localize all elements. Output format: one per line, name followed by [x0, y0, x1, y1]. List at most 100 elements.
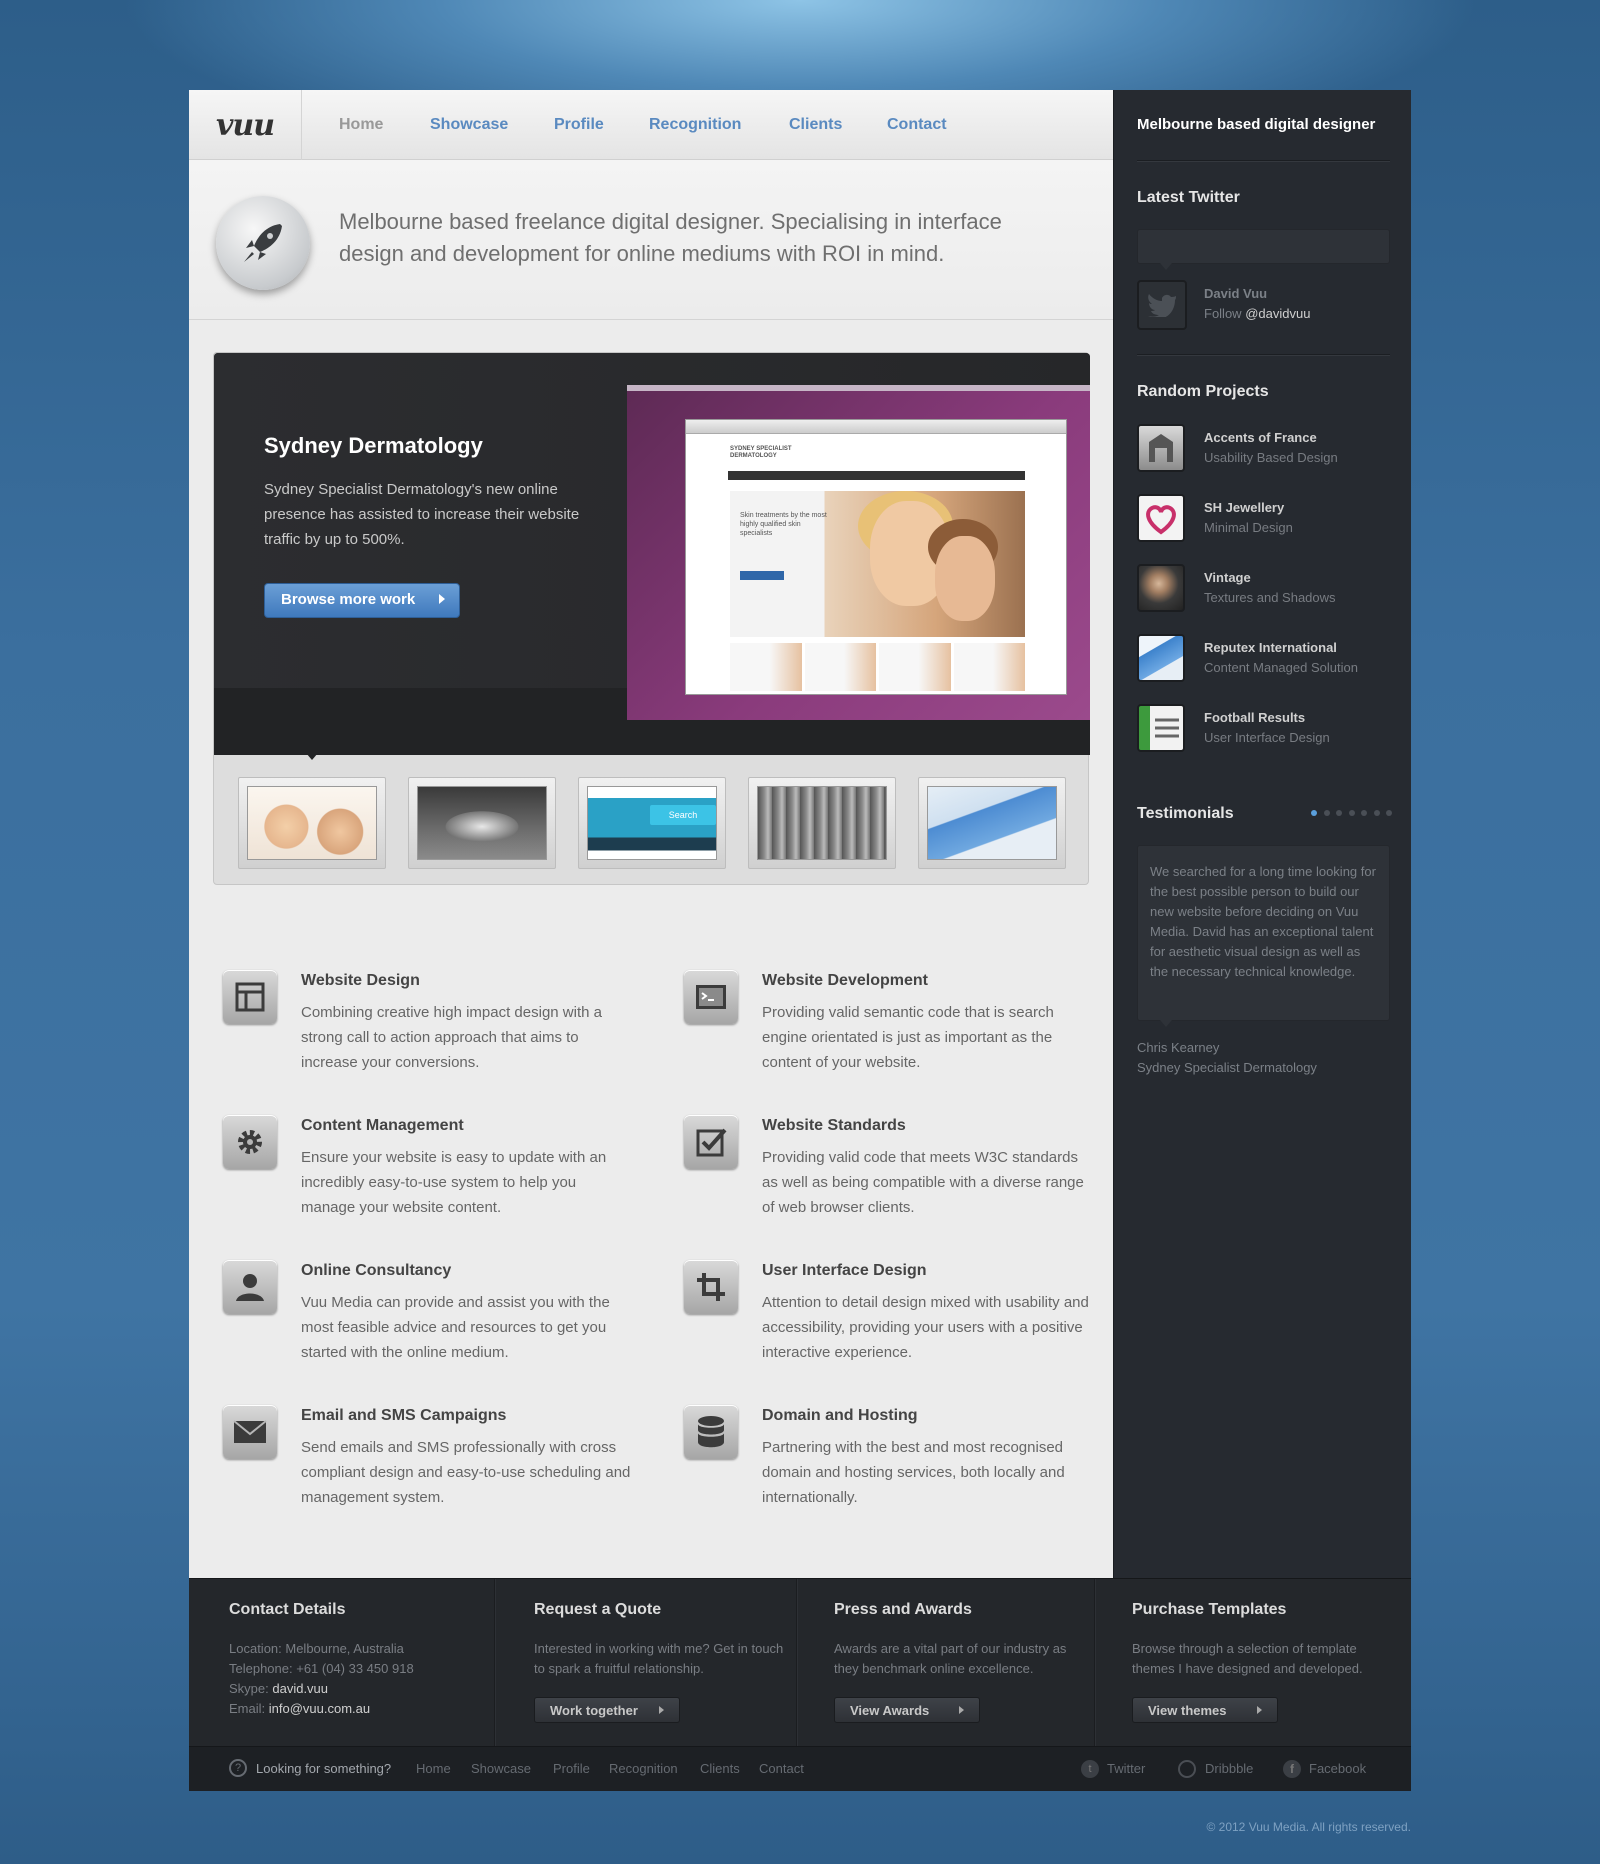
service-title: User Interface Design: [762, 1262, 927, 1279]
nav-home[interactable]: Home: [339, 116, 383, 134]
service-text: Partnering with the best and most recogn…: [762, 1439, 1065, 1506]
testimonial-dot[interactable]: [1386, 810, 1392, 816]
twitter-handle-link[interactable]: @davidvuu: [1245, 306, 1310, 321]
service-title: Website Design: [301, 972, 420, 989]
project-item[interactable]: SH Jewellery Minimal Design: [1137, 494, 1397, 544]
twitter-heading: Latest Twitter: [1137, 189, 1240, 206]
subfooter-link-showcase[interactable]: Showcase: [471, 1761, 531, 1776]
checkbox-icon: [684, 1115, 738, 1169]
dribbble-icon: [1178, 1760, 1196, 1778]
social-facebook[interactable]: Facebook: [1309, 1761, 1366, 1776]
view-awards-button[interactable]: View Awards: [834, 1697, 980, 1723]
preview-brand: SYDNEY SPECIALIST DERMATOLOGY: [730, 446, 792, 459]
project-name: Accents of France: [1204, 430, 1317, 445]
contact-email-link[interactable]: info@vuu.com.au: [269, 1701, 370, 1716]
nav-recognition[interactable]: Recognition: [649, 116, 741, 134]
testimonial-dot[interactable]: [1348, 810, 1355, 816]
nav-clients[interactable]: Clients: [789, 116, 842, 134]
footer-contact-heading: Contact Details: [229, 1601, 346, 1618]
arrow-right-icon: [959, 1706, 964, 1714]
project-item[interactable]: Football Results User Interface Design: [1137, 704, 1397, 754]
thumbnail-3[interactable]: Search: [578, 777, 726, 869]
service-text: Providing valid code that meets W3C stan…: [762, 1149, 1084, 1216]
subfooter-link-clients[interactable]: Clients: [700, 1761, 740, 1776]
sidebar-tagline: Melbourne based digital designer: [1137, 116, 1376, 133]
intro-text: Melbourne based freelance digital design…: [339, 209, 1002, 266]
crop-icon: [684, 1260, 738, 1314]
tweet-bubble: [1137, 229, 1390, 270]
arrow-right-icon: [1257, 1706, 1262, 1714]
project-item[interactable]: Accents of France Usability Based Design: [1137, 424, 1397, 474]
project-type: Textures and Shadows: [1204, 590, 1336, 605]
arrow-right-icon: [659, 1706, 664, 1714]
project-name: Football Results: [1204, 710, 1306, 725]
person-icon: [223, 1260, 277, 1314]
browse-button-label: Browse more work: [281, 591, 416, 608]
testimonial-dot[interactable]: [1336, 810, 1342, 816]
testimonial-dot[interactable]: [1373, 810, 1380, 816]
footer-press-heading: Press and Awards: [834, 1601, 972, 1618]
website-preview: SYDNEY SPECIALIST DERMATOLOGY Skin treat…: [685, 419, 1067, 695]
social-twitter[interactable]: Twitter: [1107, 1761, 1145, 1776]
thumbnail-1[interactable]: [238, 777, 386, 869]
subfooter-link-contact[interactable]: Contact: [759, 1761, 804, 1776]
terminal-icon: [684, 970, 738, 1024]
project-name: SH Jewellery: [1204, 500, 1285, 515]
twitter-icon: t: [1081, 1760, 1099, 1778]
logo[interactable]: vuu: [189, 90, 302, 160]
page-wrapper: vuu Home Showcase Profile Recognition Cl…: [189, 90, 1411, 1791]
service-text: Vuu Media can provide and assist you wit…: [301, 1294, 610, 1361]
social-dribbble[interactable]: Dribbble: [1205, 1761, 1253, 1776]
service-title: Online Consultancy: [301, 1262, 452, 1279]
testimonial-dot[interactable]: [1311, 810, 1317, 816]
featured-screenshot[interactable]: SYDNEY SPECIALIST DERMATOLOGY Skin treat…: [627, 385, 1090, 720]
footer-press-text: Awards are a vital part of our industry …: [834, 1641, 1067, 1676]
search-prompt[interactable]: Looking for something?: [256, 1761, 391, 1776]
thumbnail-4[interactable]: [748, 777, 896, 869]
project-type: User Interface Design: [1204, 730, 1330, 745]
twitter-bird-icon[interactable]: [1137, 280, 1187, 330]
project-name: Reputex International: [1204, 640, 1337, 655]
project-thumbnail: [1137, 564, 1185, 612]
help-icon: ?: [229, 1759, 247, 1777]
subfooter-link-profile[interactable]: Profile: [553, 1761, 590, 1776]
project-type: Minimal Design: [1204, 520, 1293, 535]
preview-tagline: Skin treatments by the most highly quali…: [740, 512, 827, 537]
testimonial-dot[interactable]: [1361, 810, 1367, 816]
service-title: Email and SMS Campaigns: [301, 1407, 507, 1424]
testimonials-heading: Testimonials: [1137, 805, 1234, 822]
browse-more-work-button[interactable]: Browse more work: [264, 583, 460, 618]
thumbnail-strip: Search: [214, 753, 1090, 886]
database-icon: [684, 1405, 738, 1459]
contact-skype[interactable]: david.vuu: [272, 1681, 328, 1696]
featured-slide: Sydney Dermatology Sydney Specialist Der…: [214, 353, 1090, 755]
nav-profile[interactable]: Profile: [554, 116, 604, 134]
footer-contact: Contact Details Location: Melbourne, Aus…: [189, 1579, 494, 1747]
thumbnail-2[interactable]: [408, 777, 556, 869]
contact-email-label: Email:: [229, 1701, 269, 1716]
envelope-icon: [223, 1405, 277, 1459]
work-together-button[interactable]: Work together: [534, 1697, 680, 1723]
nav-showcase[interactable]: Showcase: [430, 116, 508, 134]
nav-contact[interactable]: Contact: [887, 116, 947, 134]
testimonial-dot[interactable]: [1323, 810, 1330, 816]
projects-heading: Random Projects: [1137, 383, 1269, 400]
service-title: Website Development: [762, 972, 928, 989]
thumbnail-5[interactable]: [918, 777, 1066, 869]
subfooter-link-home[interactable]: Home: [416, 1761, 451, 1776]
thumb-search-label: Search: [650, 805, 716, 825]
contact-telephone: Telephone: +61 (04) 33 450 918: [229, 1661, 414, 1676]
service-title: Domain and Hosting: [762, 1407, 918, 1424]
contact-location: Location: Melbourne, Australia: [229, 1641, 404, 1656]
subfooter-link-recognition[interactable]: Recognition: [609, 1761, 678, 1776]
project-name: Vintage: [1204, 570, 1251, 585]
service-text: Combining creative high impact design wi…: [301, 1004, 602, 1071]
project-item[interactable]: Reputex International Content Managed So…: [1137, 634, 1397, 684]
project-item[interactable]: Vintage Textures and Shadows: [1137, 564, 1397, 614]
work-together-label: Work together: [550, 1703, 638, 1718]
project-thumbnail: [1137, 634, 1185, 682]
footer-quote-heading: Request a Quote: [534, 1601, 662, 1618]
testimonial-author: Chris Kearney: [1137, 1040, 1220, 1055]
view-themes-button[interactable]: View themes: [1132, 1697, 1278, 1723]
twitter-profile: David Vuu Follow @davidvuu: [1204, 280, 1464, 330]
